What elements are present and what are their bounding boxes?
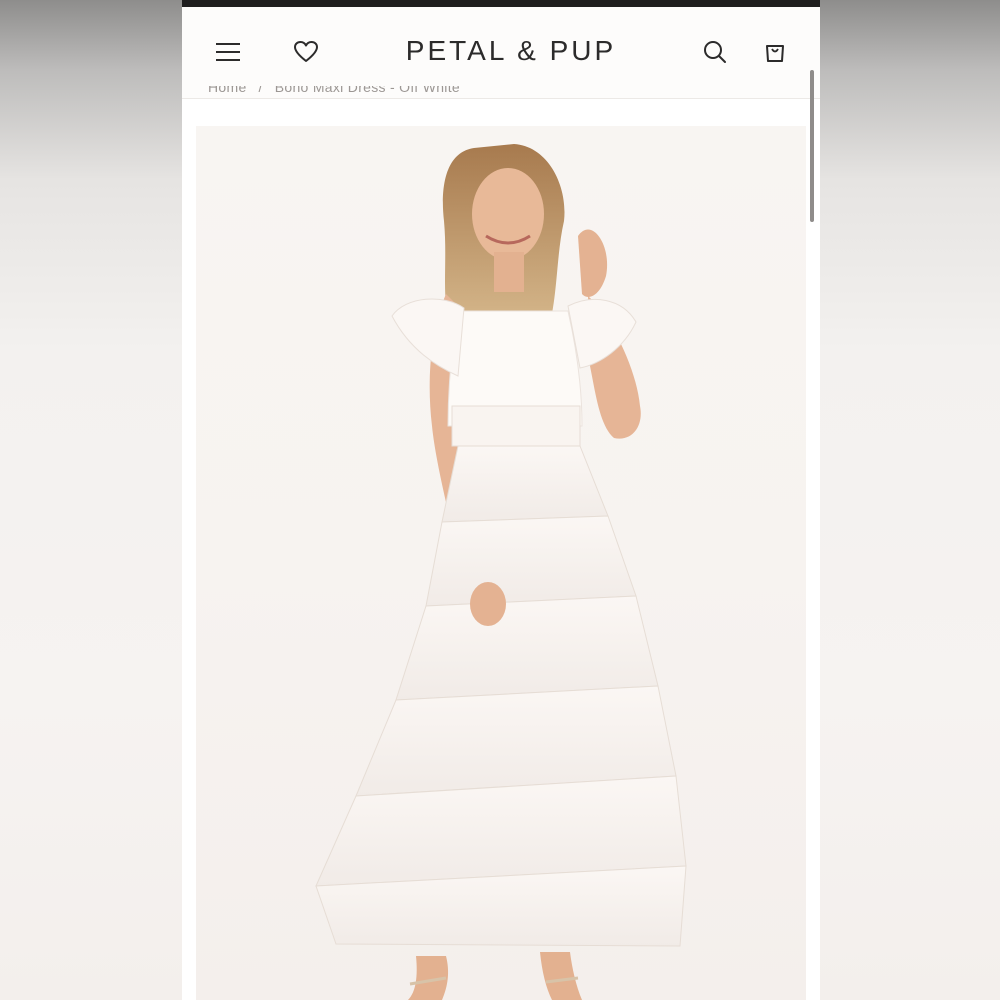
hamburger-menu-icon <box>216 43 240 61</box>
background-right-blur <box>820 0 1000 1000</box>
status-bar <box>182 0 820 7</box>
breadcrumb-separator: / <box>258 86 263 95</box>
phone-screen: PETAL & PUP Home / Boho Maxi Dress - Off W… <box>182 0 820 1000</box>
breadcrumb-home[interactable]: Home <box>208 86 247 95</box>
breadcrumb-current: Boho Maxi Dress - Off White <box>274 86 460 95</box>
background-left-blur <box>0 0 182 1000</box>
search-button[interactable] <box>700 37 730 67</box>
product-image[interactable] <box>196 126 806 1000</box>
brand-logo[interactable]: PETAL & PUP <box>332 35 690 67</box>
heart-icon <box>294 41 318 62</box>
cart-button[interactable] <box>760 37 790 67</box>
menu-button[interactable] <box>213 37 243 67</box>
product-photo <box>315 144 687 1000</box>
shopping-bag-icon <box>766 45 784 62</box>
scrollbar[interactable] <box>810 70 814 222</box>
search-icon <box>704 41 726 63</box>
breadcrumb: Home / Boho Maxi Dress - Off White <box>208 86 460 100</box>
wishlist-button[interactable] <box>291 37 321 67</box>
